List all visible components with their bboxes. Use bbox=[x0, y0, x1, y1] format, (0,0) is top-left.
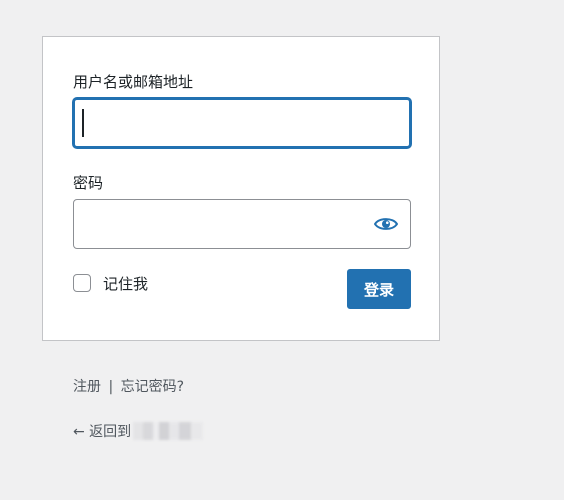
login-nav: 注册 | 忘记密码? bbox=[73, 376, 184, 396]
back-to-site: ← 返回到 bbox=[73, 421, 204, 441]
register-link[interactable]: 注册 bbox=[73, 379, 101, 395]
password-input[interactable] bbox=[73, 199, 411, 249]
show-password-button[interactable] bbox=[373, 213, 399, 235]
username-input[interactable] bbox=[73, 98, 411, 148]
password-label: 密码 bbox=[73, 174, 104, 192]
remember-me[interactable]: 记住我 bbox=[73, 273, 148, 293]
eye-icon bbox=[374, 218, 398, 230]
back-to-site-link[interactable]: ← 返回到 bbox=[73, 421, 131, 441]
login-button[interactable]: 登录 bbox=[347, 269, 411, 309]
nav-separator: | bbox=[108, 379, 114, 395]
blurred-site-name bbox=[133, 422, 204, 440]
text-caret bbox=[82, 109, 84, 137]
lost-password-link[interactable]: 忘记密码? bbox=[121, 379, 184, 395]
remember-me-checkbox[interactable] bbox=[73, 274, 91, 292]
login-form: 用户名或邮箱地址 密码 记住我 登录 bbox=[42, 36, 440, 341]
remember-me-label: 记住我 bbox=[103, 274, 149, 293]
username-label: 用户名或邮箱地址 bbox=[73, 73, 194, 91]
